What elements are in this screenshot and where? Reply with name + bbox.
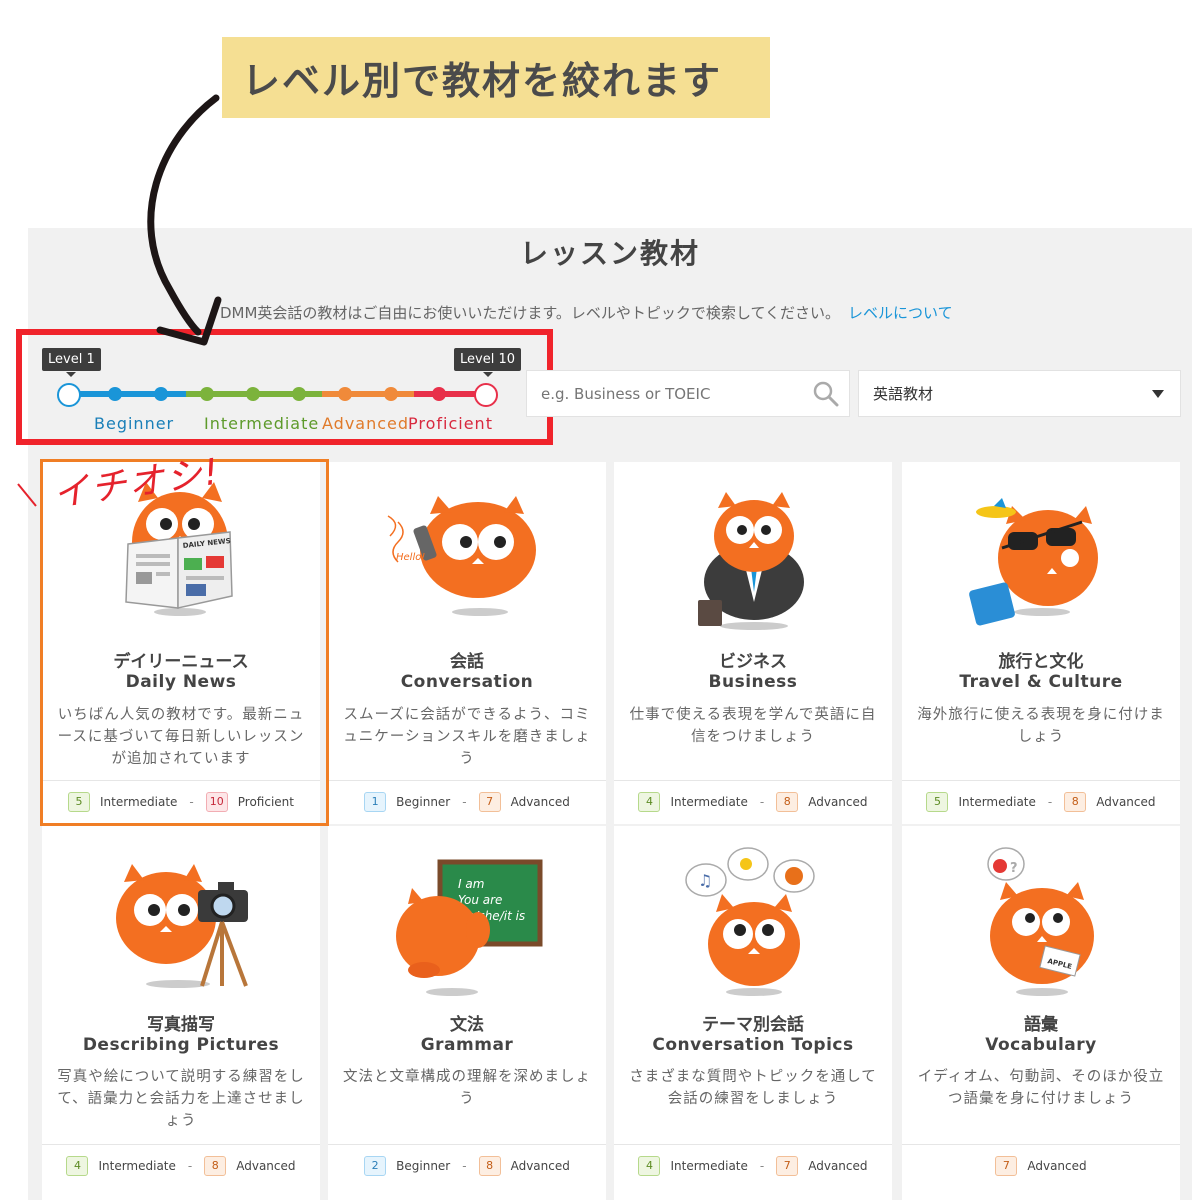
- screenshot-stage: レベル別で教材を絞れます レッスン教材 DMM英会話の教材はご自由にお使いいただ…: [0, 0, 1200, 1200]
- card-description: スムーズに会話ができるよう、コミュニケーションスキルを磨きましょう: [343, 707, 591, 767]
- card-title-jp: ビジネス: [719, 652, 787, 672]
- card-title-en: Conversation Topics: [652, 1035, 854, 1055]
- chevron-down-icon[interactable]: [1152, 390, 1164, 398]
- board-line-2: You are: [458, 893, 502, 907]
- level-to-label: Advanced: [808, 1158, 868, 1173]
- range-separator: -: [759, 1158, 765, 1173]
- owl-travel-illustration: [969, 498, 1098, 626]
- material-type-value: 英語教材: [873, 385, 934, 403]
- search-box[interactable]: [526, 370, 850, 417]
- board-line-1: I am: [458, 877, 484, 891]
- level-to-badge: 8: [204, 1155, 227, 1176]
- card-description: 文法と文章構成の理解を深めましょう: [343, 1069, 591, 1107]
- material-card-travel-culture[interactable]: 旅行と文化 Travel & Culture 海外旅行に使える表現を身に付けまし…: [902, 462, 1180, 824]
- card-level-range: 4 Intermediate -8 Advanced: [42, 1144, 320, 1186]
- level-to-label: Advanced: [1027, 1158, 1087, 1173]
- card-level-range: 4 Intermediate -7 Advanced: [614, 1144, 892, 1186]
- range-separator: -: [462, 794, 467, 809]
- red-tick-mark: [17, 483, 37, 507]
- level-from-badge: 4: [638, 1155, 661, 1176]
- card-title-en: Describing Pictures: [82, 1035, 280, 1055]
- card-title-jp: 語彙: [1024, 1015, 1058, 1035]
- search-icon[interactable]: [813, 381, 839, 411]
- material-type-select[interactable]: 英語教材: [858, 370, 1181, 417]
- search-input[interactable]: [541, 384, 801, 403]
- range-separator: -: [1047, 794, 1053, 809]
- material-card-business[interactable]: ビジネス Business 仕事で使える表現を学んで英語に自信をつけましょう 4…: [614, 462, 892, 824]
- card-level-range: 2 Beginner -8 Advanced: [328, 1144, 606, 1186]
- level-to-label: Advanced: [1096, 794, 1156, 809]
- card-description: 写真や絵について説明する練習をして、語彙力と会話力を上達させましょう: [57, 1069, 305, 1129]
- card-title-jp: 写真描写: [147, 1015, 215, 1035]
- range-separator: -: [759, 794, 765, 809]
- owl-suit-illustration: [698, 492, 804, 630]
- hello-text: Hello!: [396, 552, 425, 563]
- level-from-label: Intermediate: [98, 1158, 176, 1173]
- level-to-badge: 7: [478, 791, 501, 812]
- card-title-jp: テーマ別会話: [702, 1015, 804, 1035]
- level-info-link[interactable]: レベルについて: [848, 304, 953, 322]
- featured-highlight-box: [40, 459, 329, 826]
- card-description: さまざまな質問やトピックを通して会話の練習をしましょう: [629, 1069, 877, 1107]
- level-from-badge: 2: [364, 1155, 387, 1176]
- card-level-range: 5 Intermediate -8 Advanced: [902, 780, 1180, 822]
- slider-highlight-box: [16, 329, 553, 445]
- headline-text: レベル別で教材を絞れます: [242, 59, 723, 103]
- level-to-label: Advanced: [510, 794, 570, 809]
- level-from-label: Beginner: [396, 1158, 451, 1173]
- material-card-grammar[interactable]: I am You are He/she/it is 文法 Grammar 文法と…: [328, 826, 606, 1200]
- card-title-en: Conversation: [400, 672, 534, 692]
- card-description: イディオム、句動詞、そのほか役立つ語彙を身に付けましょう: [917, 1069, 1165, 1107]
- material-card-conversation[interactable]: Hello! 会話 Conversation スムーズに会話ができるよう、コミュ…: [328, 462, 606, 824]
- owl-blackboard-illustration: I am You are He/she/it is: [396, 859, 543, 996]
- level-from-label: Intermediate: [670, 1158, 748, 1173]
- pointer-arrow: [147, 94, 222, 346]
- level-to-badge: 8: [478, 1155, 501, 1176]
- svg-text:♫: ♫: [698, 871, 712, 890]
- owl-apple-illustration: ? APPLE: [987, 847, 1094, 996]
- svg-text:?: ?: [1010, 861, 1018, 876]
- owl-camera-illustration: [116, 864, 248, 988]
- card-description: 海外旅行に使える表現を身に付けましょう: [917, 707, 1165, 745]
- level-to-badge: 7: [995, 1155, 1018, 1176]
- card-title-jp: 旅行と文化: [998, 652, 1084, 672]
- owl-phone-illustration: Hello!: [387, 496, 536, 616]
- level-to-badge: 8: [776, 791, 799, 812]
- level-to-label: Advanced: [236, 1158, 296, 1173]
- material-card-describing-pictures[interactable]: 写真描写 Describing Pictures 写真や絵について説明する練習を…: [42, 826, 320, 1200]
- level-from-badge: 1: [364, 791, 387, 812]
- owl-thinking-illustration: ♫: [685, 847, 815, 996]
- card-title-en: Vocabulary: [985, 1035, 1097, 1055]
- level-to-label: Advanced: [808, 794, 868, 809]
- card-title-en: Travel & Culture: [959, 672, 1123, 692]
- level-from-badge: 5: [926, 791, 949, 812]
- range-separator: -: [462, 1158, 467, 1173]
- level-from-label: Intermediate: [958, 794, 1036, 809]
- level-from-label: Intermediate: [670, 794, 748, 809]
- card-level-range: 1 Beginner -7 Advanced: [328, 780, 606, 822]
- level-to-badge: 8: [1064, 791, 1087, 812]
- material-card-conversation-topics[interactable]: ♫ テーマ別会話 Conversation Topics さまざまな質問やトピッ…: [614, 826, 892, 1200]
- level-from-label: Beginner: [396, 794, 451, 809]
- card-title-en: Business: [708, 672, 798, 692]
- level-from-badge: 4: [638, 791, 661, 812]
- card-title-en: Grammar: [420, 1035, 514, 1055]
- range-separator: -: [187, 1158, 193, 1173]
- card-level-range: 7 Advanced: [902, 1144, 1180, 1186]
- headline-banner: レベル別で教材を絞れます: [222, 37, 770, 118]
- page-subtitle: DMM英会話の教材はご自由にお使いいただけます。レベルやトピックで検索してくださ…: [220, 302, 953, 323]
- level-from-badge: 4: [66, 1155, 89, 1176]
- card-title-jp: 会話: [450, 652, 484, 672]
- card-title-jp: 文法: [450, 1015, 484, 1035]
- level-to-badge: 7: [776, 1155, 799, 1176]
- page-subtitle-text: DMM英会話の教材はご自由にお使いいただけます。レベルやトピックで検索してくださ…: [220, 304, 841, 322]
- level-to-label: Advanced: [510, 1158, 570, 1173]
- card-level-range: 4 Intermediate -8 Advanced: [614, 780, 892, 822]
- material-card-vocabulary[interactable]: ? APPLE 語彙 Vocabulary イディオム、句動詞、そのほか役立つ語…: [902, 826, 1180, 1200]
- card-description: 仕事で使える表現を学んで英語に自信をつけましょう: [629, 707, 877, 745]
